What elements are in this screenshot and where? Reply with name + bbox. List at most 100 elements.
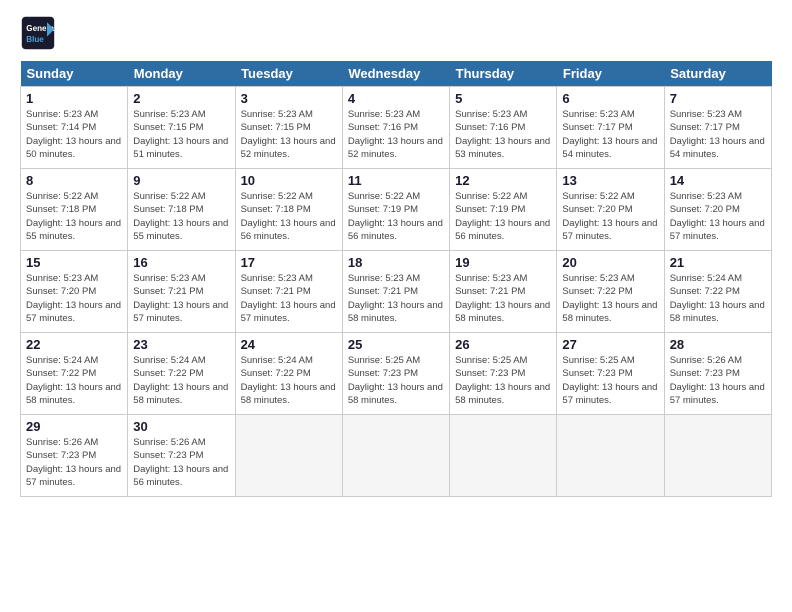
day-number: 22 xyxy=(26,337,122,352)
calendar-cell: 22 Sunrise: 5:24 AMSunset: 7:22 PMDaylig… xyxy=(21,333,128,415)
day-info: Sunrise: 5:23 AMSunset: 7:16 PMDaylight:… xyxy=(455,108,551,161)
calendar-cell xyxy=(450,415,557,497)
logo: General Blue xyxy=(20,15,56,51)
day-number: 11 xyxy=(348,173,444,188)
day-number: 14 xyxy=(670,173,766,188)
day-header-sunday: Sunday xyxy=(21,61,128,87)
day-number: 7 xyxy=(670,91,766,106)
day-info: Sunrise: 5:23 AMSunset: 7:15 PMDaylight:… xyxy=(133,108,229,161)
day-header-tuesday: Tuesday xyxy=(235,61,342,87)
day-number: 25 xyxy=(348,337,444,352)
calendar-cell: 4 Sunrise: 5:23 AMSunset: 7:16 PMDayligh… xyxy=(342,87,449,169)
calendar-cell: 6 Sunrise: 5:23 AMSunset: 7:17 PMDayligh… xyxy=(557,87,664,169)
week-row-3: 22 Sunrise: 5:24 AMSunset: 7:22 PMDaylig… xyxy=(21,333,772,415)
header: General Blue xyxy=(20,15,772,51)
day-number: 10 xyxy=(241,173,337,188)
calendar-cell xyxy=(557,415,664,497)
day-info: Sunrise: 5:23 AMSunset: 7:21 PMDaylight:… xyxy=(241,272,337,325)
svg-text:Blue: Blue xyxy=(26,35,44,44)
calendar-cell: 29 Sunrise: 5:26 AMSunset: 7:23 PMDaylig… xyxy=(21,415,128,497)
week-row-1: 8 Sunrise: 5:22 AMSunset: 7:18 PMDayligh… xyxy=(21,169,772,251)
day-number: 19 xyxy=(455,255,551,270)
day-info: Sunrise: 5:22 AMSunset: 7:18 PMDaylight:… xyxy=(241,190,337,243)
day-number: 12 xyxy=(455,173,551,188)
calendar-cell: 12 Sunrise: 5:22 AMSunset: 7:19 PMDaylig… xyxy=(450,169,557,251)
week-row-2: 15 Sunrise: 5:23 AMSunset: 7:20 PMDaylig… xyxy=(21,251,772,333)
calendar-cell: 1 Sunrise: 5:23 AMSunset: 7:14 PMDayligh… xyxy=(21,87,128,169)
day-number: 27 xyxy=(562,337,658,352)
day-info: Sunrise: 5:23 AMSunset: 7:22 PMDaylight:… xyxy=(562,272,658,325)
day-number: 13 xyxy=(562,173,658,188)
day-number: 15 xyxy=(26,255,122,270)
logo-icon: General Blue xyxy=(20,15,56,51)
day-number: 21 xyxy=(670,255,766,270)
week-row-0: 1 Sunrise: 5:23 AMSunset: 7:14 PMDayligh… xyxy=(21,87,772,169)
calendar-cell: 13 Sunrise: 5:22 AMSunset: 7:20 PMDaylig… xyxy=(557,169,664,251)
day-number: 17 xyxy=(241,255,337,270)
calendar-cell: 19 Sunrise: 5:23 AMSunset: 7:21 PMDaylig… xyxy=(450,251,557,333)
day-info: Sunrise: 5:26 AMSunset: 7:23 PMDaylight:… xyxy=(26,436,122,489)
day-header-friday: Friday xyxy=(557,61,664,87)
day-number: 9 xyxy=(133,173,229,188)
day-info: Sunrise: 5:23 AMSunset: 7:17 PMDaylight:… xyxy=(562,108,658,161)
calendar-cell xyxy=(342,415,449,497)
calendar-cell: 10 Sunrise: 5:22 AMSunset: 7:18 PMDaylig… xyxy=(235,169,342,251)
day-number: 24 xyxy=(241,337,337,352)
day-number: 18 xyxy=(348,255,444,270)
day-number: 23 xyxy=(133,337,229,352)
day-number: 20 xyxy=(562,255,658,270)
day-info: Sunrise: 5:23 AMSunset: 7:17 PMDaylight:… xyxy=(670,108,766,161)
calendar-cell: 14 Sunrise: 5:23 AMSunset: 7:20 PMDaylig… xyxy=(664,169,771,251)
day-number: 29 xyxy=(26,419,122,434)
day-header-saturday: Saturday xyxy=(664,61,771,87)
day-number: 30 xyxy=(133,419,229,434)
calendar-cell: 15 Sunrise: 5:23 AMSunset: 7:20 PMDaylig… xyxy=(21,251,128,333)
day-info: Sunrise: 5:22 AMSunset: 7:19 PMDaylight:… xyxy=(455,190,551,243)
calendar-header-row: SundayMondayTuesdayWednesdayThursdayFrid… xyxy=(21,61,772,87)
calendar-cell: 3 Sunrise: 5:23 AMSunset: 7:15 PMDayligh… xyxy=(235,87,342,169)
day-number: 16 xyxy=(133,255,229,270)
day-number: 8 xyxy=(26,173,122,188)
calendar-cell: 20 Sunrise: 5:23 AMSunset: 7:22 PMDaylig… xyxy=(557,251,664,333)
calendar-cell: 18 Sunrise: 5:23 AMSunset: 7:21 PMDaylig… xyxy=(342,251,449,333)
calendar-cell: 24 Sunrise: 5:24 AMSunset: 7:22 PMDaylig… xyxy=(235,333,342,415)
calendar-table: SundayMondayTuesdayWednesdayThursdayFrid… xyxy=(20,61,772,497)
day-number: 4 xyxy=(348,91,444,106)
day-header-wednesday: Wednesday xyxy=(342,61,449,87)
day-info: Sunrise: 5:23 AMSunset: 7:15 PMDaylight:… xyxy=(241,108,337,161)
day-info: Sunrise: 5:24 AMSunset: 7:22 PMDaylight:… xyxy=(26,354,122,407)
day-info: Sunrise: 5:23 AMSunset: 7:16 PMDaylight:… xyxy=(348,108,444,161)
calendar-cell xyxy=(664,415,771,497)
day-info: Sunrise: 5:26 AMSunset: 7:23 PMDaylight:… xyxy=(670,354,766,407)
day-info: Sunrise: 5:22 AMSunset: 7:20 PMDaylight:… xyxy=(562,190,658,243)
day-number: 28 xyxy=(670,337,766,352)
week-row-4: 29 Sunrise: 5:26 AMSunset: 7:23 PMDaylig… xyxy=(21,415,772,497)
day-header-thursday: Thursday xyxy=(450,61,557,87)
calendar-cell: 11 Sunrise: 5:22 AMSunset: 7:19 PMDaylig… xyxy=(342,169,449,251)
day-number: 2 xyxy=(133,91,229,106)
day-number: 1 xyxy=(26,91,122,106)
calendar-cell: 9 Sunrise: 5:22 AMSunset: 7:18 PMDayligh… xyxy=(128,169,235,251)
day-number: 26 xyxy=(455,337,551,352)
calendar-cell: 30 Sunrise: 5:26 AMSunset: 7:23 PMDaylig… xyxy=(128,415,235,497)
day-number: 6 xyxy=(562,91,658,106)
calendar-body: 1 Sunrise: 5:23 AMSunset: 7:14 PMDayligh… xyxy=(21,87,772,497)
calendar-cell: 8 Sunrise: 5:22 AMSunset: 7:18 PMDayligh… xyxy=(21,169,128,251)
day-number: 5 xyxy=(455,91,551,106)
day-info: Sunrise: 5:26 AMSunset: 7:23 PMDaylight:… xyxy=(133,436,229,489)
calendar-cell: 28 Sunrise: 5:26 AMSunset: 7:23 PMDaylig… xyxy=(664,333,771,415)
calendar-cell: 25 Sunrise: 5:25 AMSunset: 7:23 PMDaylig… xyxy=(342,333,449,415)
day-info: Sunrise: 5:23 AMSunset: 7:20 PMDaylight:… xyxy=(670,190,766,243)
calendar-cell: 23 Sunrise: 5:24 AMSunset: 7:22 PMDaylig… xyxy=(128,333,235,415)
day-info: Sunrise: 5:23 AMSunset: 7:21 PMDaylight:… xyxy=(455,272,551,325)
day-info: Sunrise: 5:23 AMSunset: 7:21 PMDaylight:… xyxy=(133,272,229,325)
calendar-cell: 7 Sunrise: 5:23 AMSunset: 7:17 PMDayligh… xyxy=(664,87,771,169)
calendar-cell: 21 Sunrise: 5:24 AMSunset: 7:22 PMDaylig… xyxy=(664,251,771,333)
day-number: 3 xyxy=(241,91,337,106)
day-info: Sunrise: 5:22 AMSunset: 7:18 PMDaylight:… xyxy=(133,190,229,243)
day-info: Sunrise: 5:24 AMSunset: 7:22 PMDaylight:… xyxy=(241,354,337,407)
day-header-monday: Monday xyxy=(128,61,235,87)
calendar-cell: 17 Sunrise: 5:23 AMSunset: 7:21 PMDaylig… xyxy=(235,251,342,333)
day-info: Sunrise: 5:24 AMSunset: 7:22 PMDaylight:… xyxy=(133,354,229,407)
day-info: Sunrise: 5:25 AMSunset: 7:23 PMDaylight:… xyxy=(562,354,658,407)
